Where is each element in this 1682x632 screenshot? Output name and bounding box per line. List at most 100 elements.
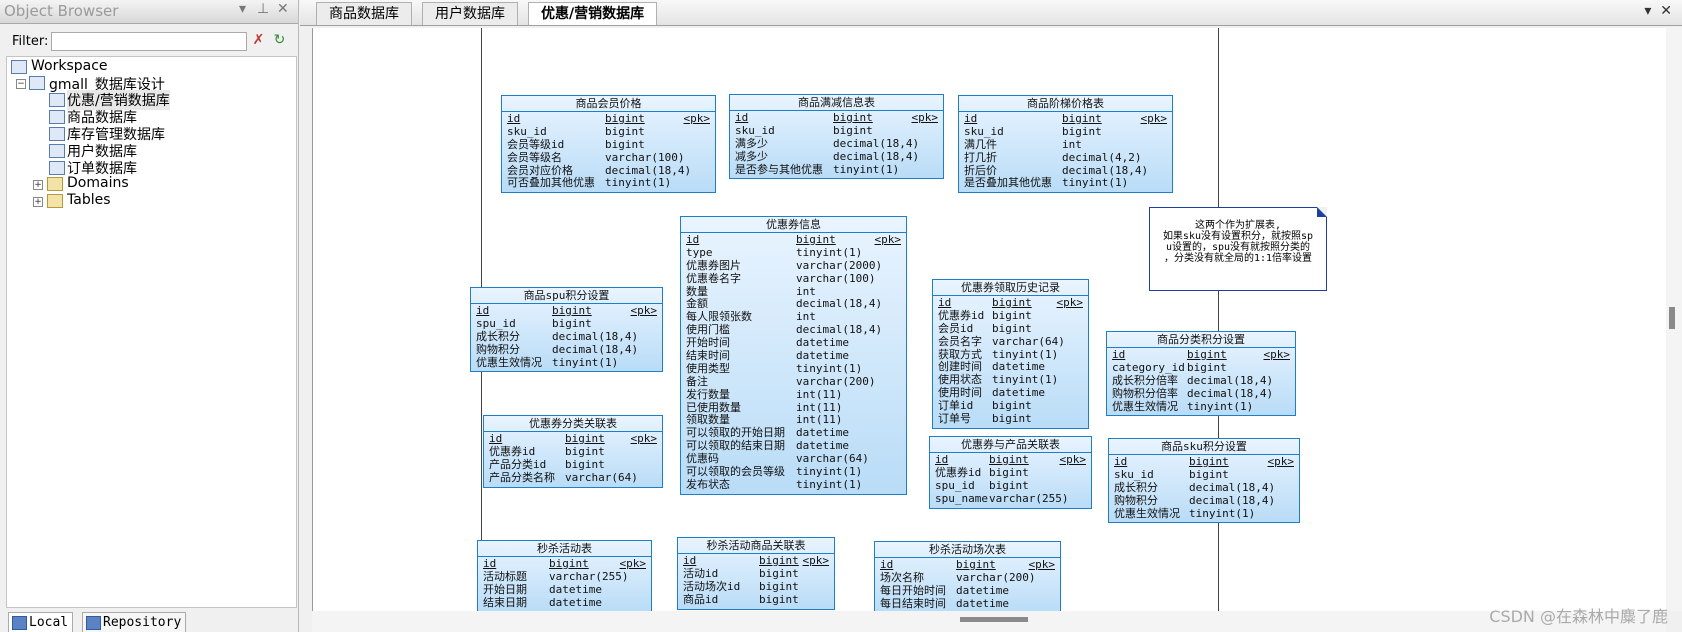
column-name: id [483, 557, 497, 570]
entity-table-title: 秒杀活动场次表 [875, 542, 1060, 558]
entity-table[interactable]: 商品会员价格 id bigint <pk> sku_id bigint 会员等级id bigi… [501, 95, 716, 194]
entity-table-title: 秒杀活动表 [478, 541, 651, 557]
note-line: ，分类没有就全局的1:1倍率设置 [1163, 253, 1313, 264]
column-name: 优惠生效情况 [1112, 399, 1178, 413]
column-name: 成长积分 [476, 329, 520, 343]
column-type: varchar(100) [605, 150, 685, 164]
column-name: id [938, 296, 952, 309]
column-type: bigint [1189, 467, 1229, 481]
entity-table[interactable]: 商品分类积分设置 id bigint <pk> category_id bigint 成长积… [1106, 331, 1296, 417]
entity-table-title: 商品sku积分设置 [1109, 439, 1299, 455]
column-name: 结束时间 [686, 349, 730, 363]
diagram-icon [49, 93, 65, 107]
column-row: 购物积分 decimal(18,4) [1114, 494, 1294, 508]
column-row: 成长积分倍率 decimal(18,4) [1112, 373, 1290, 388]
column-type: bigint [989, 453, 1029, 466]
column-name: 结束日期 [483, 595, 527, 609]
column-name: sku_id [1114, 467, 1154, 481]
column-key: <pk> [683, 112, 711, 125]
column-name: 满几件 [964, 137, 997, 151]
column-row: id bigint <pk> [1112, 348, 1290, 362]
column-name: 每日结束时间 [880, 596, 946, 610]
panel-menu-icon[interactable]: ▾ [239, 1, 246, 17]
collapse-icon[interactable]: − [16, 79, 26, 89]
expand-icon[interactable]: + [33, 180, 43, 190]
column-row: type tinyint(1) [686, 246, 901, 260]
close-tab-icon[interactable]: ✕ [1660, 3, 1672, 19]
column-type: tinyint(1) [796, 465, 863, 479]
entity-table[interactable]: 秒杀活动表 id bigint <pk> 活动标题 varchar(255) 开始日期 dat… [477, 540, 652, 611]
entity-table[interactable]: 秒杀活动商品关联表 id bigint <pk> 活动id bigint 活动场次id big… [677, 537, 835, 610]
entity-table[interactable]: 优惠券领取历史记录 id bigint <pk> 优惠券id bigint 会员id bigi… [932, 279, 1089, 429]
column-row: id bigint <pk> [935, 453, 1087, 467]
column-row: 活动标题 varchar(255) [483, 569, 646, 584]
entity-table[interactable]: 商品满减信息表 id bigint <pk> sku_id bigint 满多少 decima… [729, 94, 944, 180]
entity-table[interactable]: 商品spu积分设置 id bigint <pk> spu_id bigint 成长积分 dec… [470, 287, 663, 373]
clear-filter-icon[interactable]: ✗ [250, 32, 267, 49]
tab-coupon-db[interactable]: 优惠/营销数据库 [528, 2, 658, 25]
column-name: 活动标题 [483, 569, 527, 583]
filter-input[interactable] [51, 32, 247, 51]
column-name: 使用类型 [686, 361, 730, 375]
column-row: spu_id bigint [935, 479, 1086, 493]
object-tree: Workspace − gmall_数据库设计 优惠/营销数据库 商品数据库 库… [6, 56, 297, 608]
tree-item-tables[interactable]: Tables [67, 192, 111, 208]
vertical-scroll-thumb[interactable] [1669, 307, 1675, 329]
column-row: 每日结束时间 datetime [880, 596, 1055, 611]
entity-table[interactable]: 优惠券分类关联表 id bigint <pk> 优惠券id bigint 产品分类id big… [483, 415, 663, 488]
column-name: sku_id [507, 124, 547, 138]
column-row: id bigint <pk> [964, 112, 1167, 126]
tab-list-icon[interactable]: ▾ [1644, 3, 1651, 19]
model-icon [29, 76, 45, 90]
column-name: 优惠卷名字 [686, 271, 741, 285]
column-name: 优惠生效情况 [476, 355, 542, 369]
entity-table[interactable]: 商品sku积分设置 id bigint <pk> sku_id bigint 成长积分 dec… [1108, 438, 1300, 524]
refresh-icon[interactable]: ↻ [271, 32, 288, 49]
pin-icon[interactable]: ⊥ [257, 1, 269, 17]
tab-product-db[interactable]: 商品数据库 [316, 2, 412, 25]
column-key: <pk> [1056, 296, 1084, 309]
column-name: id [1112, 348, 1126, 361]
expand-icon[interactable]: + [33, 197, 43, 207]
watermark: CSDN @在森林中麋了鹿 [1489, 607, 1668, 626]
column-type: decimal(18,4) [552, 329, 639, 343]
horizontal-scrollbar[interactable] [312, 611, 1666, 632]
horizontal-scroll-thumb[interactable] [960, 617, 1028, 622]
column-type: tinyint(1) [1062, 176, 1129, 190]
entity-table[interactable]: 优惠券与产品关联表 id bigint <pk> 优惠券id bigint spu_id bi… [929, 436, 1092, 509]
column-name: 会员id [938, 321, 974, 335]
diagram-canvas[interactable]: 商品会员价格 id bigint <pk> sku_id bigint 会员等级id bigi… [312, 28, 1667, 611]
entity-table[interactable]: 优惠券信息 id bigint <pk> type tinyint(1) 优惠券图片 varc… [680, 216, 907, 495]
column-type: varchar(200) [956, 570, 1036, 584]
diagram-note[interactable]: 这两个作为扩展表, 如果sku没有设置积分，就按照sp u设置的，spu没有就按… [1149, 207, 1327, 291]
column-name: 会员等级id [507, 137, 565, 151]
note-line: 如果sku没有设置积分，就按照sp [1162, 231, 1314, 242]
column-row: sku_id bigint [735, 124, 938, 138]
tab-repository[interactable]: Repository [82, 612, 187, 632]
column-key: <pk> [874, 233, 902, 246]
column-row: 场次名称 varchar(200) [880, 570, 1055, 585]
column-type: bigint [992, 321, 1032, 335]
column-row: sku_id bigint [1114, 467, 1294, 482]
close-icon[interactable]: ✕ [277, 1, 289, 17]
column-key: <pk> [802, 554, 830, 567]
column-name: 成长积分倍率 [1112, 373, 1178, 387]
column-type: bigint [1062, 112, 1102, 125]
column-key: <pk> [1267, 455, 1295, 468]
tab-local[interactable]: Local [8, 612, 74, 632]
column-row: spu_name varchar(255) [935, 492, 1086, 506]
column-row: 优惠生效情况 tinyint(1) [1114, 507, 1294, 521]
entity-table[interactable]: 商品阶梯价格表 id bigint <pk> sku_id bigint 满几件 int 打几折… [958, 95, 1173, 194]
column-key: <pk> [911, 111, 939, 124]
diagram-icon [49, 110, 65, 124]
column-row: 满多少 decimal(18,4) [735, 137, 938, 151]
vertical-scrollbar[interactable] [1666, 28, 1682, 611]
tree-item-workspace[interactable]: Workspace [31, 58, 108, 74]
tree-item-domains[interactable]: Domains [67, 175, 129, 191]
local-icon [12, 616, 27, 630]
column-type: int(11) [796, 387, 843, 401]
entity-table[interactable]: 秒杀活动场次表 id bigint <pk> 场次名称 varchar(200) 每日开始时… [874, 541, 1061, 611]
column-row: 商品id bigint [683, 593, 829, 607]
tab-user-db[interactable]: 用户数据库 [422, 2, 518, 25]
column-key: <pk> [1059, 453, 1087, 466]
